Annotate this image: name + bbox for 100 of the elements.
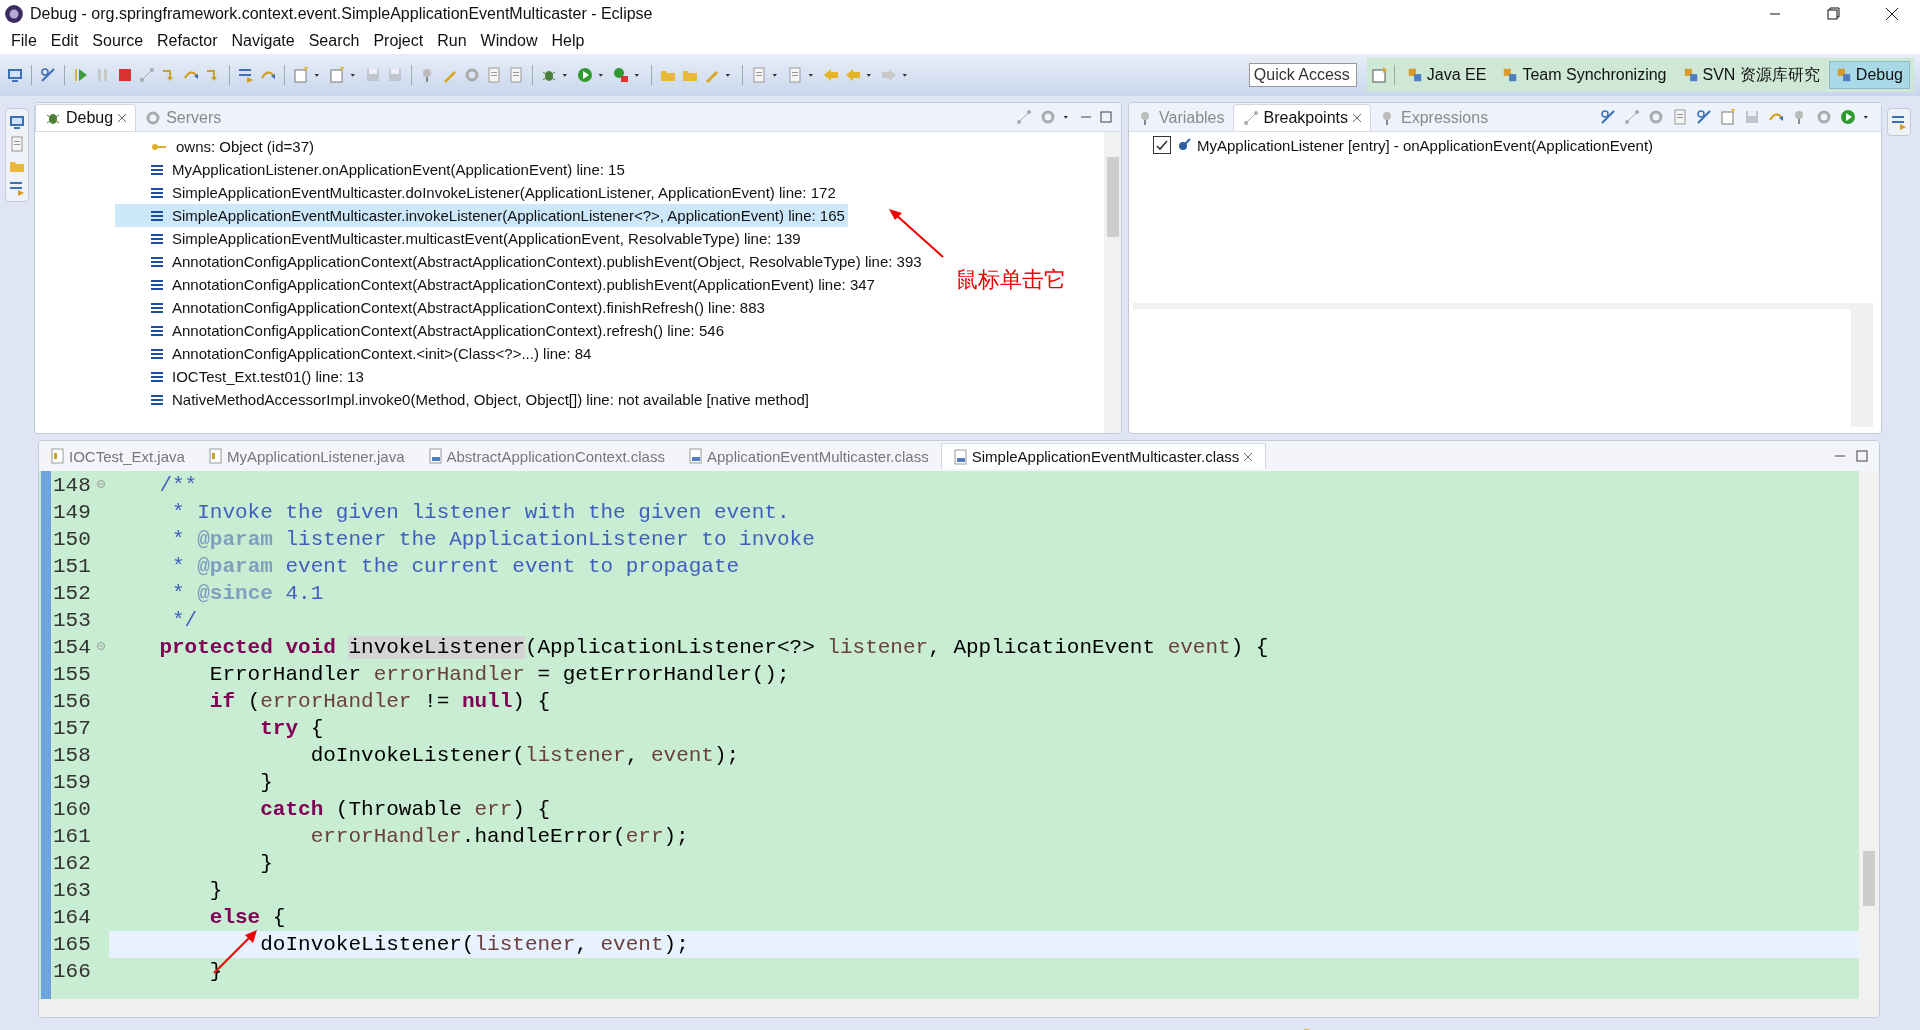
run-icon[interactable] bbox=[576, 66, 594, 84]
stack-frame-icon bbox=[151, 255, 163, 268]
annotation-arrow bbox=[889, 209, 944, 258]
maximize-icon[interactable] bbox=[1855, 449, 1869, 463]
scrollbar[interactable] bbox=[1104, 132, 1121, 433]
menu-item[interactable]: Navigate bbox=[224, 30, 302, 52]
stack-frame[interactable]: AnnotationConfigApplicationContext.<init>(Class<?>...) line: 84 bbox=[115, 342, 595, 365]
close-icon[interactable] bbox=[1352, 113, 1362, 123]
fold-icon[interactable] bbox=[97, 480, 105, 488]
save-icon[interactable] bbox=[1743, 108, 1761, 126]
line-number: 152 bbox=[52, 582, 92, 605]
stack-frame[interactable]: NativeMethodAccessorImpl.invoke0(Method, Object, Object[]) line: not available [native method] bbox=[115, 388, 812, 411]
stack-frame-icon bbox=[151, 278, 163, 291]
stack-frame[interactable]: AnnotationConfigApplicationContext(AbstractApplicationContext).refresh() line: 546 bbox=[115, 319, 727, 342]
document-icon[interactable] bbox=[1671, 108, 1689, 126]
lines-icon[interactable] bbox=[237, 66, 255, 84]
stack-frame[interactable]: AnnotationConfigApplicationContext(AbstractApplicationContext).finishRefresh() line: 883 bbox=[115, 296, 768, 319]
editor-tab[interactable]: ApplicationEventMulticaster.class bbox=[676, 443, 941, 469]
line-number: 161 bbox=[52, 825, 92, 848]
lines-icon[interactable] bbox=[1890, 113, 1908, 131]
editor-tab[interactable]: MyApplicationListener.java bbox=[196, 443, 417, 469]
stack-frame[interactable]: AnnotationConfigApplicationContext(AbstractApplicationContext).publishEvent(ApplicationEvent) line: 347 bbox=[115, 273, 878, 296]
new-document-icon[interactable] bbox=[1719, 108, 1737, 126]
scroll-thumb[interactable] bbox=[1863, 851, 1875, 906]
perspective-button[interactable]: SVN 资源库研究 bbox=[1675, 59, 1827, 91]
stack-frame[interactable]: owns: Object (id=37) bbox=[115, 135, 317, 158]
monitor-icon[interactable] bbox=[8, 113, 26, 131]
class-file-icon bbox=[688, 448, 703, 464]
code-line: errorHandler.handleError(err); bbox=[309, 824, 690, 850]
line-number: 159 bbox=[52, 771, 92, 794]
nodes-icon[interactable] bbox=[1015, 108, 1033, 126]
unlink-icon[interactable] bbox=[1599, 108, 1617, 126]
line-number: 157 bbox=[52, 717, 92, 740]
menu-item[interactable]: Source bbox=[85, 30, 151, 52]
stack-frame[interactable]: AnnotationConfigApplicationContext(AbstractApplicationContext).publishEvent(Object, ResolvableType) line: 393 bbox=[115, 250, 925, 273]
breakpoint-icon bbox=[1177, 138, 1191, 152]
stack-frame[interactable]: SimpleApplicationEventMulticaster.multicastEvent(ApplicationEvent, ResolvableType) line: 139 bbox=[115, 227, 804, 250]
save-icon[interactable] bbox=[386, 66, 404, 84]
window-title: Debug - org.springframework.context.event.SimpleApplicationEventMulticaster - Eclipse bbox=[30, 5, 654, 23]
editor-tab[interactable]: AbstractApplicationContext.class bbox=[416, 443, 677, 469]
perspective-button[interactable]: Debug bbox=[1828, 61, 1910, 89]
stack-frame[interactable]: SimpleApplicationEventMulticaster.invokeListener(ApplicationListener<?>, ApplicationEvent) line: 165 bbox=[115, 204, 848, 227]
checkbox[interactable] bbox=[1153, 136, 1171, 154]
menu-item[interactable]: Window bbox=[473, 30, 545, 52]
gear-icon[interactable] bbox=[1039, 108, 1057, 126]
gear-icon[interactable] bbox=[1647, 108, 1665, 126]
perspective-button[interactable]: Team Synchronizing bbox=[1495, 61, 1674, 89]
scroll-thumb[interactable] bbox=[1106, 157, 1119, 237]
line-number: 154 bbox=[52, 636, 92, 659]
perspective-button[interactable]: Java EE bbox=[1399, 61, 1494, 89]
document-icon[interactable] bbox=[507, 66, 525, 84]
line-number: 148 bbox=[52, 474, 92, 497]
fold-icon[interactable] bbox=[97, 642, 105, 650]
stack-frame-icon bbox=[151, 393, 163, 406]
line-number: 166 bbox=[52, 960, 92, 983]
code-line: /** bbox=[158, 473, 199, 499]
menu-item[interactable]: Search bbox=[301, 30, 367, 52]
monitor-icon[interactable] bbox=[6, 66, 24, 84]
menu-item[interactable]: File bbox=[4, 30, 44, 52]
line-number: 155 bbox=[52, 663, 92, 686]
view-tab[interactable]: Breakpoints bbox=[1232, 104, 1371, 131]
view-tab[interactable]: Debug bbox=[35, 104, 137, 131]
code-line: try { bbox=[259, 716, 325, 742]
nodes-icon[interactable] bbox=[1623, 108, 1641, 126]
document-icon[interactable] bbox=[8, 135, 26, 153]
maximize-icon[interactable] bbox=[1099, 110, 1113, 124]
gear-icon[interactable] bbox=[1815, 108, 1833, 126]
menu-item[interactable]: Help bbox=[544, 30, 592, 52]
close-icon[interactable] bbox=[1243, 451, 1254, 462]
menu-item[interactable]: Run bbox=[430, 30, 474, 52]
document-icon[interactable] bbox=[485, 66, 503, 84]
editor-tab[interactable]: IOCTest_Ext.java bbox=[39, 443, 197, 469]
code-line: * @since 4.1 bbox=[171, 581, 325, 607]
open-perspective-icon[interactable] bbox=[1370, 66, 1389, 84]
nodes-icon[interactable] bbox=[138, 66, 156, 84]
stack-frame[interactable]: SimpleApplicationEventMulticaster.doInvokeListener(ApplicationListener, ApplicationEvent) line: 172 bbox=[115, 181, 839, 204]
scrollbar[interactable] bbox=[1859, 471, 1879, 999]
java-file-icon bbox=[51, 448, 65, 464]
run-icon[interactable] bbox=[1839, 108, 1857, 126]
unlink-icon[interactable] bbox=[39, 66, 57, 84]
stack-frame[interactable]: MyApplicationListener.onApplicationEvent(ApplicationEvent) line: 15 bbox=[115, 158, 628, 181]
line-number: 158 bbox=[52, 744, 92, 767]
unlink-icon[interactable] bbox=[1695, 108, 1713, 126]
stop-icon[interactable] bbox=[116, 66, 134, 84]
editor-tab[interactable]: SimpleApplicationEventMulticaster.class bbox=[940, 443, 1267, 469]
nodes-icon[interactable] bbox=[1241, 109, 1260, 127]
menu-item[interactable]: Project bbox=[366, 30, 431, 52]
menu-item[interactable]: Edit bbox=[43, 30, 86, 52]
breakpoint-label[interactable]: MyApplicationListener [entry] - onApplicationEvent(ApplicationEvent) bbox=[1197, 136, 1654, 154]
gear-icon[interactable] bbox=[463, 66, 481, 84]
stack-frame-icon bbox=[151, 163, 163, 176]
lines-icon[interactable] bbox=[8, 179, 26, 197]
run-tool-icon[interactable] bbox=[612, 66, 630, 84]
quick-access-field[interactable]: Quick Access bbox=[1248, 63, 1357, 87]
code-line: * @param listener the ApplicationListener to invoke bbox=[171, 527, 816, 553]
stack-frame[interactable]: IOCTest_Ext.test01() line: 13 bbox=[115, 365, 367, 388]
close-icon[interactable] bbox=[117, 113, 128, 123]
menu-item[interactable]: Refactor bbox=[150, 30, 225, 52]
code-line: protected void invokeListener(ApplicationListener<?> listener, ApplicationEvent event) { bbox=[158, 635, 1270, 661]
line-number: 164 bbox=[52, 906, 92, 929]
